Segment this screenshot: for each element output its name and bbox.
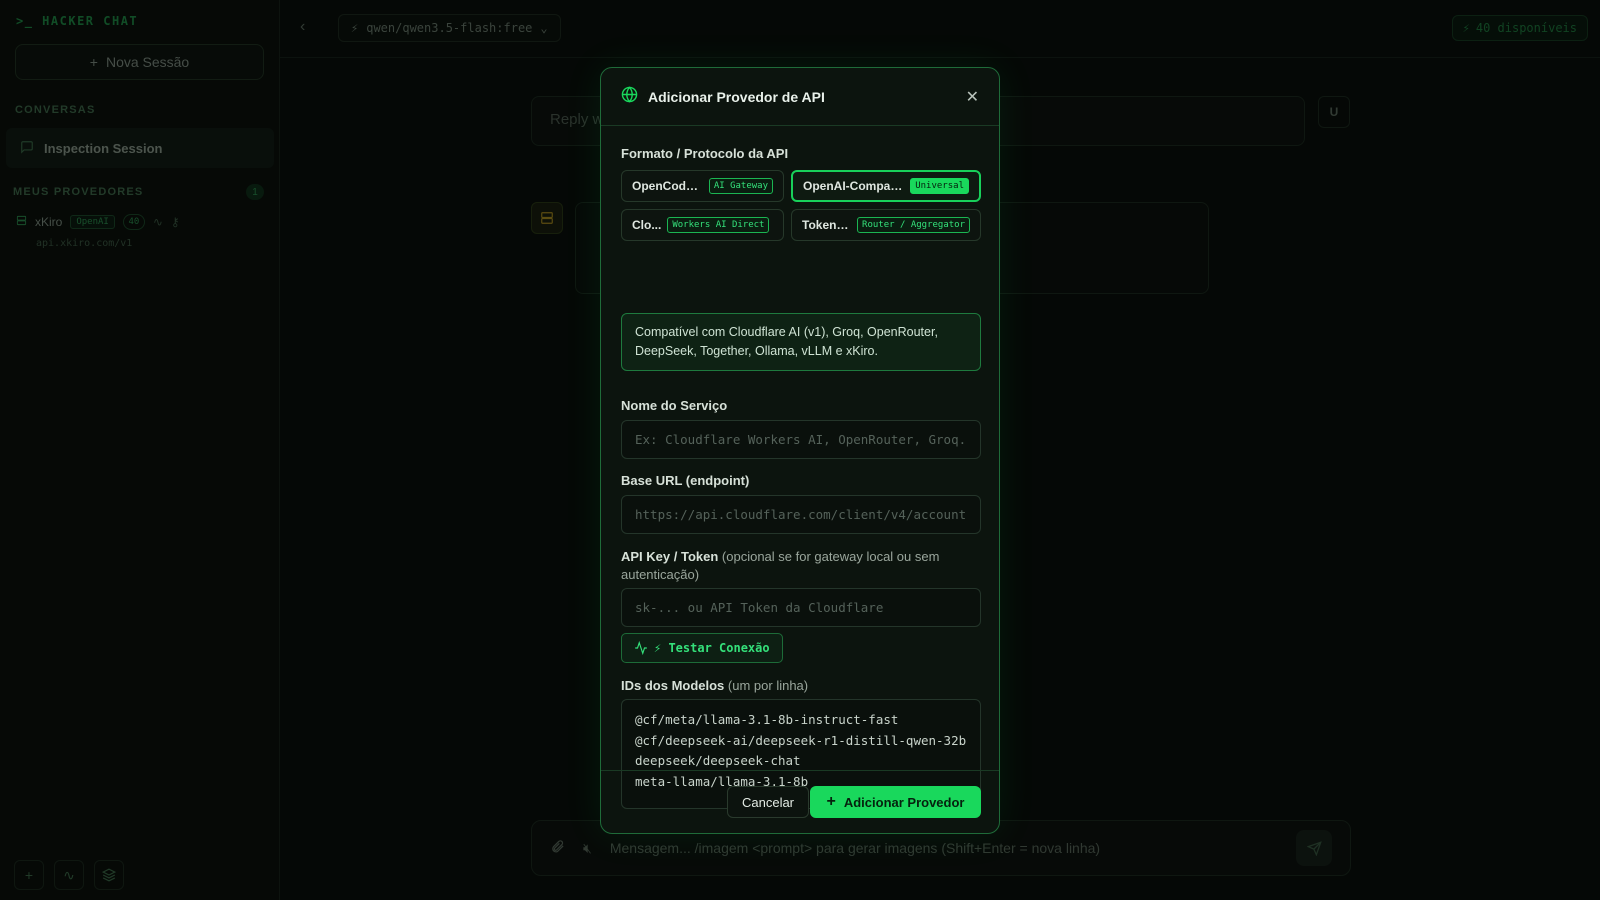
format-option-cloudflare[interactable]: Clo... Workers AI Direct (621, 209, 784, 241)
activity-icon (635, 641, 647, 655)
format-option-tag: Universal (910, 178, 969, 194)
service-name-label: Nome do Serviço (621, 398, 728, 413)
format-option-tag: Workers AI Direct (667, 217, 770, 233)
modal-title: Adicionar Provedor de API (648, 88, 825, 105)
format-option-name: OpenAI-Compatible (803, 179, 905, 193)
format-info-box: Compatível com Cloudflare AI (v1), Groq,… (621, 313, 981, 371)
cancel-button[interactable]: Cancelar (727, 786, 809, 818)
base-url-label: Base URL (endpoint) (621, 473, 750, 488)
models-label: IDs dos Modelos (um por linha) (621, 678, 808, 693)
service-name-input[interactable] (621, 420, 981, 459)
models-label-text: IDs dos Modelos (621, 678, 725, 693)
models-hint: (um por linha) (727, 678, 809, 693)
api-key-label: API Key / Token (opcional se for gateway… (621, 548, 981, 584)
close-icon[interactable]: ✕ (966, 87, 979, 107)
add-provider-label: Adicionar Provedor (843, 794, 965, 810)
base-url-input[interactable] (621, 495, 981, 534)
format-option-openai-compatible[interactable]: OpenAI-Compatible Universal (791, 170, 981, 202)
modal-header: Adicionar Provedor de API ✕ (601, 68, 999, 126)
format-option-name: OpenCode ... (632, 179, 703, 193)
api-key-label-text: API Key / Token (621, 549, 719, 564)
add-provider-button[interactable]: + Adicionar Provedor (810, 786, 981, 818)
format-option-name: TokenR... (802, 218, 852, 232)
modal-footer: Cancelar + Adicionar Provedor (601, 770, 999, 833)
format-option-tag: AI Gateway (708, 178, 773, 194)
test-connection-button[interactable]: ⚡ Testar Conexão (621, 633, 783, 663)
test-connection-label: ⚡ Testar Conexão (654, 641, 770, 655)
globe-icon (621, 85, 638, 108)
api-key-input[interactable] (621, 588, 981, 627)
add-provider-modal: Adicionar Provedor de API ✕ Formato / Pr… (600, 67, 1000, 834)
format-option-name: Clo... (632, 218, 662, 232)
format-label: Formato / Protocolo da API (621, 146, 789, 161)
plus-icon: + (826, 793, 836, 810)
format-option-opencode[interactable]: OpenCode ... AI Gateway (621, 170, 784, 202)
format-option-tag: Router / Aggregator (857, 217, 970, 233)
format-option-tokenrouter[interactable]: TokenR... Router / Aggregator (791, 209, 981, 241)
